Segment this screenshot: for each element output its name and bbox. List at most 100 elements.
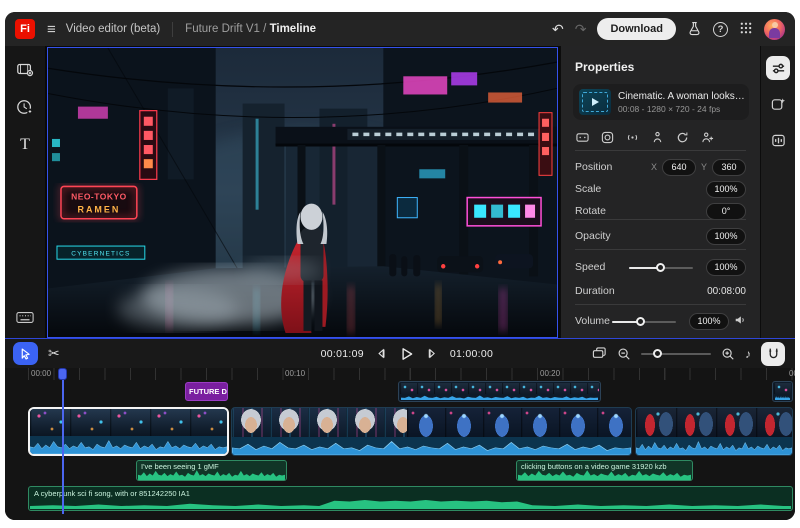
current-time: 00:01:09 [320,347,364,360]
ruler-label: 00:30 [789,369,795,378]
left-toolbar: T [5,46,45,338]
download-button[interactable]: Download [597,18,676,40]
svg-text:CYBERNETICS: CYBERNETICS [71,251,130,258]
preview-scene: NEO-TOKYO RAMEN CYBERNETICS [48,48,557,337]
volume-slider[interactable] [612,316,676,326]
total-duration: 01:00:00 [449,347,494,360]
sfx-clip-1[interactable]: I've been seeing 1 gMF [136,460,287,481]
previous-frame-icon[interactable] [375,347,388,360]
x-axis-label: X [650,162,657,172]
app-window: Fi ≡ Video editor (beta) Future Drift V1… [5,12,795,520]
zoom-in-icon[interactable] [721,347,735,361]
properties-panel: Properties Cinematic. A woman looks a...… [560,46,760,338]
pose-icon[interactable] [650,130,664,144]
opacity-label: Opacity [575,230,611,242]
divider [575,304,746,305]
timeline-zoom-slider[interactable] [641,348,711,359]
speed-input[interactable]: 100% [706,258,746,276]
preview-canvas[interactable]: NEO-TOKYO RAMEN CYBERNETICS [47,47,558,338]
properties-tab-icon[interactable] [766,56,790,80]
divider [575,249,746,250]
speaker-icon[interactable] [734,314,746,329]
keyboard-shortcuts-icon[interactable] [14,306,36,328]
rotate-icon[interactable] [675,130,689,144]
selected-clip-card[interactable]: Cinematic. A woman looks a.... v.ffgenvi… [573,84,749,120]
clip-thumbnails [30,409,227,438]
text-clip[interactable]: FUTURE DRI [185,382,228,401]
ruler-label: 00:00 [31,369,52,378]
music-track: A cyberpunk sci fi song, with or 8512422… [5,486,795,511]
breadcrumb-separator: / [263,23,267,35]
clip-thumbnails [636,408,792,437]
music-clip[interactable]: A cyberpunk sci fi song, with or 8512422… [28,486,793,511]
clip-meta: 00:08 - 1280 × 720 - 24 fps [618,103,721,114]
ruler-label: 00:20 [540,369,561,378]
audio-scrub-icon[interactable]: ♪ [745,347,751,361]
app-title: Video editor (beta) [65,23,161,35]
volume-label: Volume [575,315,611,327]
opacity-input[interactable]: 100% [706,227,746,245]
beaker-icon[interactable] [687,21,702,38]
neon-sign-cybernetics: CYBERNETICS [56,245,146,260]
right-rail [760,46,795,338]
snap-magnet-icon[interactable] [761,341,785,366]
position-label: Position [575,161,613,173]
undo-icon[interactable]: ↶ [552,22,564,36]
text-tool[interactable]: T [14,134,36,156]
overlay-video-clip[interactable] [398,381,601,402]
rotate-input[interactable]: 0° [706,202,746,220]
divider [575,219,746,220]
preview-area: NEO-TOKYO RAMEN CYBERNETICS [45,46,560,338]
fit-timeline-icon[interactable] [592,346,607,361]
rotate-label: Rotate [575,205,606,217]
sfx-clip-label: clicking buttons on a video game 31920 k… [521,462,667,471]
select-tool[interactable] [13,342,38,365]
video-clip-3[interactable] [635,407,793,456]
clock-plus-icon[interactable] [14,96,36,118]
position-x-input[interactable]: 640 [661,158,696,176]
next-frame-icon[interactable] [426,347,439,360]
zoom-out-icon[interactable] [617,347,631,361]
svg-text:NEO-TOKYO: NEO-TOKYO [71,192,127,202]
mask-icon[interactable] [600,130,614,144]
firefly-logo[interactable]: Fi [15,19,35,39]
duration-value: 00:08:00 [707,285,746,297]
sfx-track: I've been seeing 1 gMF clicking buttons … [5,460,795,481]
split-tool-icon[interactable]: ✂ [48,345,60,362]
add-media-icon[interactable] [14,58,36,80]
timeline[interactable]: 00:00 00:10 00:20 00:30 FUTURE DRI [5,368,795,520]
text-clip-label: FUTURE DRI [189,387,227,396]
help-icon[interactable]: ? [713,21,728,37]
menu-icon[interactable]: ≡ [47,21,56,38]
video-clip-1-selected[interactable] [28,407,229,456]
motion-icon[interactable] [625,130,639,144]
divider [575,150,746,151]
breadcrumb[interactable]: Future Drift V1 / Timeline [185,23,316,35]
person-add-icon[interactable] [700,130,714,144]
overlay-video-clip[interactable] [772,381,793,402]
duration-label: Duration [575,285,615,297]
generate-tab-icon[interactable] [766,92,790,116]
sfx-clip-2[interactable]: clicking buttons on a video game 31920 k… [516,460,693,481]
volume-input[interactable]: 100% [689,312,729,330]
play-icon[interactable] [399,346,415,362]
speed-slider[interactable] [629,262,693,272]
ruler-label: 00:10 [285,369,306,378]
top-bar: Fi ≡ Video editor (beta) Future Drift V1… [5,12,795,46]
topbar-divider [172,21,174,37]
overlay-thumbnails [400,383,599,394]
audio-tab-icon[interactable] [766,128,790,152]
clip-action-icons [575,130,714,144]
video-clip-2[interactable] [231,407,632,456]
scale-input[interactable]: 100% [706,180,746,198]
timeline-ruler[interactable] [28,368,795,380]
breadcrumb-project[interactable]: Future Drift V1 [185,23,260,35]
redo-icon[interactable]: ↷ [575,22,587,36]
scale-label: Scale [575,183,602,195]
apps-grid-icon[interactable] [739,21,753,37]
clip-title: Cinematic. A woman looks a.... v.ffgenvi… [618,90,746,102]
user-avatar[interactable] [764,18,785,40]
position-y-input[interactable]: 360 [712,158,746,176]
overlay-thumbnails [774,383,791,394]
frame-icon[interactable] [575,130,589,144]
